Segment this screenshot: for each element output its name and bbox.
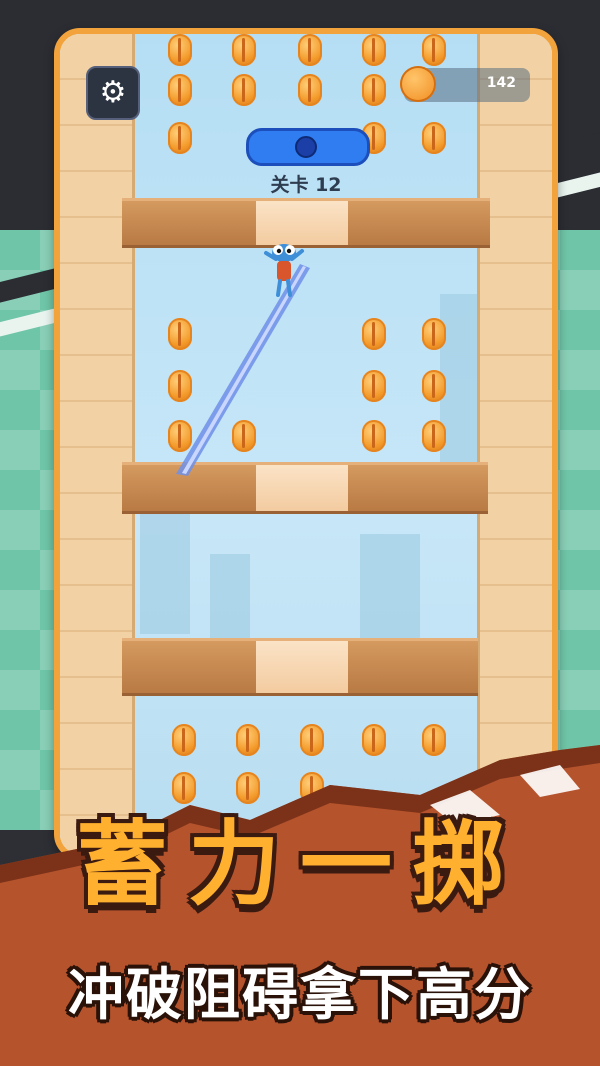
gear-icon: ⚙ xyxy=(99,75,127,110)
coin xyxy=(422,370,446,402)
coin xyxy=(362,318,386,350)
breakable-block xyxy=(256,641,348,693)
coin xyxy=(422,318,446,350)
progress-marker xyxy=(295,136,317,158)
coin xyxy=(422,420,446,452)
coin xyxy=(362,74,386,106)
left-wall xyxy=(60,34,135,854)
player-character xyxy=(264,244,304,297)
basketball-coin-icon xyxy=(400,66,436,102)
city-building xyxy=(440,294,480,474)
coin-count: 142 xyxy=(486,75,516,91)
coin xyxy=(168,34,192,66)
coin xyxy=(362,370,386,402)
coin xyxy=(422,34,446,66)
wooden-floor xyxy=(122,638,478,696)
coin xyxy=(168,74,192,106)
game-screen[interactable]: ⚙ 142 关卡 12 xyxy=(54,28,558,860)
banner-title: 蓄力一掷 xyxy=(75,811,524,918)
coin xyxy=(168,122,192,154)
coin xyxy=(362,420,386,452)
coin xyxy=(298,74,322,106)
coin-counter: 142 xyxy=(400,66,530,102)
coin xyxy=(232,34,256,66)
coin xyxy=(362,34,386,66)
right-wall xyxy=(477,34,552,854)
coin xyxy=(422,122,446,154)
level-label: 关卡 12 xyxy=(270,174,342,196)
coin xyxy=(232,74,256,106)
power-progress-bar xyxy=(246,128,370,166)
wooden-floor xyxy=(122,198,490,248)
banner-subtitle: 冲破阻碍拿下高分 xyxy=(68,963,532,1028)
coin xyxy=(298,34,322,66)
settings-button[interactable]: ⚙ xyxy=(86,66,140,120)
city-building xyxy=(140,514,190,634)
